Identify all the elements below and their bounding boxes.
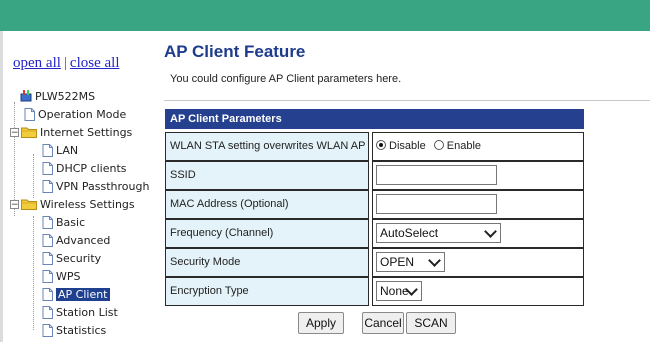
mac-address-label: MAC Address (Optional): [165, 190, 369, 219]
sidebar-item-label: DHCP clients: [56, 161, 127, 175]
tree-line: [33, 216, 34, 330]
document-icon: [42, 179, 53, 193]
sidebar-item-internet-settings[interactable]: − Internet Settings: [10, 124, 132, 140]
mac-address-input[interactable]: [376, 194, 497, 214]
close-all-link[interactable]: close all: [70, 55, 120, 71]
security-mode-selected-value: OPEN: [380, 255, 415, 269]
page-title: AP Client Feature: [164, 42, 306, 61]
disable-radio-label: Disable: [389, 140, 426, 152]
sidebar-item-label: Advanced: [56, 233, 111, 247]
sidebar-item-label: Wireless Settings: [40, 197, 135, 211]
table-row: SSID: [165, 161, 584, 190]
overwrite-setting-cell: Disable Enable: [372, 132, 584, 161]
collapse-toggle-icon[interactable]: −: [10, 199, 19, 209]
disable-radio[interactable]: [376, 140, 386, 150]
ssid-cell: [372, 161, 584, 190]
document-icon: [24, 107, 35, 121]
document-icon: [42, 143, 53, 157]
cancel-button[interactable]: Cancel: [362, 312, 404, 334]
encryption-type-label: Encryption Type: [165, 277, 369, 306]
sidebar-item-wps[interactable]: WPS: [42, 268, 81, 284]
sidebar-item-label: Station List: [56, 305, 118, 319]
mac-address-cell: [372, 190, 584, 219]
sidebar-item-label: Operation Mode: [38, 107, 127, 121]
folder-icon: [21, 127, 37, 138]
scan-button[interactable]: SCAN: [406, 312, 456, 334]
sidebar-item-label: Internet Settings: [40, 125, 133, 139]
tree-root-label: PLW522MS: [35, 89, 96, 103]
table-row: Security Mode OPEN: [165, 248, 584, 277]
table-row: Encryption Type None: [165, 277, 584, 306]
sidebar-item-label: AP Client: [56, 287, 110, 301]
sidebar-item-operation-mode[interactable]: Operation Mode: [24, 106, 126, 122]
encryption-type-selected-value: None: [380, 284, 409, 298]
security-mode-select[interactable]: OPEN: [376, 252, 445, 272]
table-header: AP Client Parameters: [165, 109, 584, 129]
document-icon: [42, 161, 53, 175]
encryption-type-cell: None: [372, 277, 584, 306]
frequency-label: Frequency (Channel): [165, 219, 369, 248]
security-mode-cell: OPEN: [372, 248, 584, 277]
sidebar-item-ap-client[interactable]: AP Client: [42, 286, 110, 302]
sidebar-tree: open all | close all PLW522MS Operation Mo…: [0, 31, 158, 342]
frequency-selected-value: AutoSelect: [380, 226, 439, 240]
sidebar-item-label: LAN: [56, 143, 79, 157]
links-separator: |: [63, 55, 67, 71]
collapse-toggle-icon[interactable]: −: [10, 127, 19, 137]
encryption-type-select[interactable]: None: [376, 281, 422, 301]
sidebar-item-advanced[interactable]: Advanced: [42, 232, 110, 248]
document-icon: [42, 233, 53, 247]
open-all-link[interactable]: open all: [13, 55, 61, 71]
apply-button[interactable]: Apply: [298, 312, 344, 334]
sidebar-item-wireless-settings[interactable]: − Wireless Settings: [10, 196, 135, 212]
sidebar-item-lan[interactable]: LAN: [42, 142, 78, 158]
ssid-input[interactable]: [376, 165, 497, 185]
frequency-select[interactable]: AutoSelect: [376, 223, 501, 243]
table-row: WLAN STA setting overwrites WLAN AP sett…: [165, 132, 584, 161]
divider: [164, 100, 650, 101]
sidebar-item-label: Basic: [56, 215, 86, 229]
chevron-down-icon: [484, 225, 497, 238]
top-banner: [0, 0, 650, 31]
table-row: Frequency (Channel) AutoSelect: [165, 219, 584, 248]
folder-icon: [21, 199, 37, 210]
page-description: You could configure AP Client parameters…: [170, 73, 402, 85]
overwrite-setting-label: WLAN STA setting overwrites WLAN AP sett…: [165, 132, 369, 161]
sidebar-item-label: Statistics: [56, 323, 107, 337]
sidebar-item-label: WPS: [56, 269, 81, 283]
document-icon: [42, 305, 53, 319]
document-icon: [42, 287, 53, 301]
sidebar-item-basic[interactable]: Basic: [42, 214, 85, 230]
sidebar-item-security[interactable]: Security: [42, 250, 101, 266]
ssid-label: SSID: [165, 161, 369, 190]
router-icon: [20, 90, 32, 102]
sidebar-item-label: Security: [56, 251, 102, 265]
table-row: MAC Address (Optional): [165, 190, 584, 219]
sidebar-item-statistics[interactable]: Statistics: [42, 322, 106, 338]
document-icon: [42, 269, 53, 283]
document-icon: [42, 323, 53, 337]
sidebar-item-vpn-passthrough[interactable]: VPN Passthrough: [42, 178, 149, 194]
tree-line: [33, 154, 34, 198]
sidebar-item-station-list[interactable]: Station List: [42, 304, 118, 320]
document-icon: [42, 215, 53, 229]
sidebar-item-label: VPN Passthrough: [56, 179, 150, 193]
enable-radio-label: Enable: [446, 140, 482, 152]
tree-root[interactable]: PLW522MS: [20, 88, 95, 104]
frequency-cell: AutoSelect: [372, 219, 584, 248]
expand-collapse-links: open all | close all: [13, 55, 120, 72]
document-icon: [42, 251, 53, 265]
chevron-down-icon: [428, 254, 441, 267]
security-mode-label: Security Mode: [165, 248, 369, 277]
enable-radio[interactable]: [433, 140, 444, 150]
sidebar-item-dhcp-clients[interactable]: DHCP clients: [42, 160, 127, 176]
